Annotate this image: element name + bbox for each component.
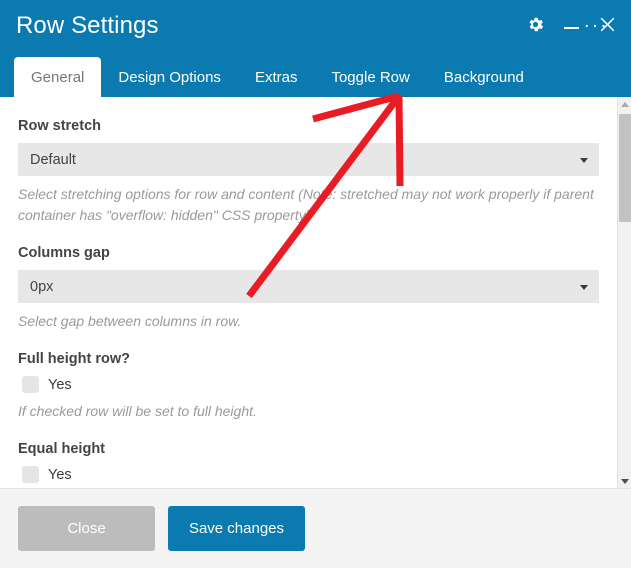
columns-gap-select[interactable]: 0px — [18, 270, 599, 303]
field-columns-gap: Columns gap 0px Select gap between colum… — [18, 244, 599, 332]
tab-general[interactable]: General — [14, 57, 102, 97]
close-button[interactable]: Close — [18, 506, 155, 551]
checkbox-box-icon — [22, 376, 39, 393]
field-help-text: If checked row will be set to full heigh… — [18, 403, 257, 419]
tab-label: Background — [443, 68, 524, 86]
settings-form: Row stretch Default Select stretching op… — [0, 97, 617, 488]
dialog-body: Row stretch Default Select stretching op… — [0, 97, 631, 488]
tab-overflow-menu-icon[interactable]: ... — [574, 8, 619, 36]
tab-label: Design Options — [118, 68, 221, 86]
field-label: Columns gap — [18, 245, 110, 261]
gear-icon[interactable] — [523, 12, 547, 36]
scroll-down-icon[interactable] — [618, 474, 631, 488]
select-value: Default — [30, 151, 76, 168]
chevron-down-icon — [580, 157, 588, 163]
checkbox-label: Yes — [48, 466, 72, 483]
vertical-scrollbar[interactable] — [617, 97, 631, 488]
field-full-height-row: Full height row? Yes If checked row will… — [18, 350, 599, 422]
row-stretch-select[interactable]: Default — [18, 143, 599, 176]
field-label: Row stretch — [18, 118, 101, 134]
chevron-down-icon — [580, 284, 588, 290]
scrollbar-thumb[interactable] — [619, 114, 631, 222]
tab-label: Extras — [254, 68, 298, 86]
field-equal-height: Equal height Yes — [18, 440, 599, 483]
field-label: Equal height — [18, 441, 105, 457]
row-settings-dialog: Row Settings General Design Options Extr… — [0, 0, 631, 568]
scroll-up-icon[interactable] — [618, 97, 631, 111]
dialog-footer: Close Save changes — [0, 488, 631, 568]
full-height-row-checkbox[interactable]: Yes — [22, 376, 599, 393]
checkbox-label: Yes — [48, 376, 72, 393]
checkbox-box-icon — [22, 466, 39, 483]
tab-background[interactable]: Background — [427, 57, 541, 97]
tab-bar: General Design Options Extras Toggle Row… — [0, 57, 631, 97]
field-row-stretch: Row stretch Default Select stretching op… — [18, 117, 599, 226]
tab-toggle-row[interactable]: Toggle Row — [314, 57, 426, 97]
tab-label: Toggle Row — [331, 68, 410, 86]
save-changes-button[interactable]: Save changes — [168, 506, 305, 551]
select-value: 0px — [30, 278, 54, 295]
equal-height-checkbox[interactable]: Yes — [22, 466, 599, 483]
dialog-header: Row Settings General Design Options Extr… — [0, 0, 631, 97]
page-title: Row Settings — [16, 12, 159, 39]
field-help-text: Select stretching options for row and co… — [18, 186, 594, 223]
tab-label: General — [31, 68, 85, 86]
tab-design-options[interactable]: Design Options — [101, 57, 238, 97]
field-label: Full height row? — [18, 351, 130, 367]
field-help-text: Select gap between columns in row. — [18, 313, 242, 329]
tab-extras[interactable]: Extras — [238, 57, 315, 97]
